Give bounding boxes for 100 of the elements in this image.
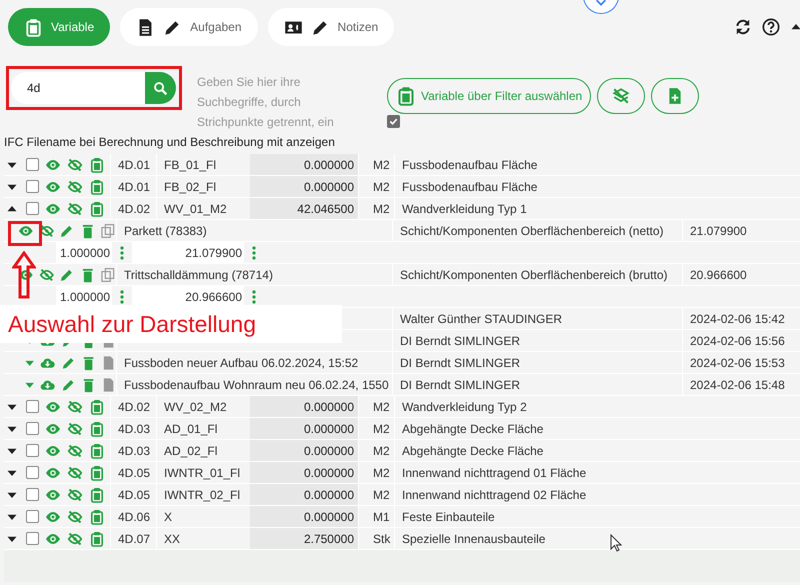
eye-slash-icon[interactable] xyxy=(67,530,83,546)
factor-cell: 1.000000 xyxy=(56,286,112,307)
eye-slash-icon[interactable] xyxy=(67,508,83,524)
date-text: 2024-02-06 15:56 xyxy=(690,334,785,348)
value-text: 20.966600 xyxy=(690,268,747,282)
unit-text: M2 xyxy=(373,444,390,458)
code-text: 4D.01 xyxy=(118,158,150,172)
checkbox[interactable] xyxy=(26,202,39,215)
eye-slash-icon[interactable] xyxy=(38,266,54,282)
code-text: 4D.03 xyxy=(118,422,150,436)
value-cell: 20.966600 xyxy=(132,286,244,307)
component-name: Parkett (78383) xyxy=(124,224,207,238)
search-icon[interactable] xyxy=(153,80,168,96)
option-label: IFC Filename bei Berechnung und Beschreibung mit anzeigen xyxy=(4,134,336,151)
code-text: 4D.02 xyxy=(118,400,150,414)
value-text: 21.079900 xyxy=(690,224,747,238)
value-cell: 0.000000 xyxy=(250,176,358,197)
checkbox[interactable] xyxy=(26,488,39,501)
variable-name: FB_01_Fl xyxy=(164,158,216,172)
layers-slash-icon[interactable] xyxy=(612,87,630,105)
value-cell: 0.000000 xyxy=(250,462,358,483)
unit-text: M2 xyxy=(373,466,390,480)
date-text: 2024-02-06 15:53 xyxy=(690,356,785,370)
unit-text: M2 xyxy=(373,422,390,436)
code-text: 4D.07 xyxy=(118,532,150,546)
date-text: 2024-02-06 15:42 xyxy=(690,312,785,326)
help-icon[interactable] xyxy=(762,18,780,36)
description-text: Wandverkleidung Typ 1 xyxy=(402,202,527,216)
unit-text: M2 xyxy=(373,400,390,414)
eye-slash-icon[interactable] xyxy=(67,442,83,458)
description-text: Innenwand nichttragend 01 Fläche xyxy=(402,466,586,480)
value-cell: 0.000000 xyxy=(250,506,358,527)
unit-text: M2 xyxy=(373,180,390,194)
clipboard-icon[interactable] xyxy=(396,86,416,106)
checkbox[interactable] xyxy=(26,158,39,171)
clipboard-icon[interactable] xyxy=(89,156,105,172)
tab[interactable]: Variable xyxy=(8,8,110,46)
eye-slash-icon[interactable] xyxy=(67,200,83,216)
clipboard-icon[interactable] xyxy=(89,508,105,524)
task-title: Fussbodenaufbau Wohnraum neu 06.02.24, 1550 xyxy=(124,378,389,392)
code-text: 4D.02 xyxy=(118,202,150,216)
description-text: Abgehängte Decke Fläche xyxy=(402,422,544,436)
refresh-icon[interactable] xyxy=(734,18,752,36)
clipboard-icon[interactable] xyxy=(89,530,105,546)
description-text: Feste Einbauteile xyxy=(402,510,495,524)
description-text: Innenwand nichttragend 02 Fläche xyxy=(402,488,586,502)
variable-name: AD_02_Fl xyxy=(164,444,218,458)
variable-name: WV_02_M2 xyxy=(164,400,227,414)
factor-cell: 1.000000 xyxy=(56,242,112,263)
filter-button[interactable]: Variable über Filter auswählen xyxy=(387,78,592,114)
clear-layers-button[interactable] xyxy=(597,78,646,114)
eye-slash-icon[interactable] xyxy=(67,420,83,436)
add-file-button[interactable] xyxy=(651,78,700,114)
checkbox[interactable] xyxy=(26,510,39,523)
eye-slash-icon[interactable] xyxy=(67,464,83,480)
variable-name: XX xyxy=(164,532,180,546)
author-name: DI Berndt SIMLINGER xyxy=(400,356,520,370)
clipboard-icon[interactable] xyxy=(24,18,43,36)
author-name: DI Berndt SIMLINGER xyxy=(400,334,520,348)
tab[interactable]: Notizen xyxy=(268,8,394,46)
search-button[interactable] xyxy=(145,72,176,104)
author-name: Walter Günther STAUDINGER xyxy=(400,312,562,326)
eye-slash-icon[interactable] xyxy=(67,398,83,414)
variable-name: WV_01_M2 xyxy=(164,202,227,216)
eye-slash-icon[interactable] xyxy=(67,486,83,502)
clipboard-icon[interactable] xyxy=(89,486,105,502)
author-name: DI Berndt SIMLINGER xyxy=(400,378,520,392)
clipboard-icon[interactable] xyxy=(89,178,105,194)
variable-name: IWNTR_01_Fl xyxy=(164,466,240,480)
description-text: Schicht/Komponenten Oberflächenbereich (netto) xyxy=(400,224,664,238)
checkbox[interactable] xyxy=(26,400,39,413)
eye-slash-icon[interactable] xyxy=(67,156,83,172)
clipboard-icon[interactable] xyxy=(89,398,105,414)
clipboard-icon[interactable] xyxy=(89,464,105,480)
checkbox[interactable] xyxy=(26,532,39,545)
annotation-arrow xyxy=(12,251,36,299)
checkbox[interactable] xyxy=(26,422,39,435)
unit-text: M1 xyxy=(373,510,390,524)
clipboard-icon[interactable] xyxy=(89,200,105,216)
checkbox[interactable] xyxy=(387,115,400,128)
annotation-label: Auswahl zur Darstellung xyxy=(8,310,256,338)
eye-slash-icon[interactable] xyxy=(67,178,83,194)
search-field[interactable]: 4d xyxy=(11,72,145,104)
value-cell: 0.000000 xyxy=(250,396,358,417)
clipboard-icon[interactable] xyxy=(89,442,105,458)
checkbox[interactable] xyxy=(26,444,39,457)
unit-text: Stk xyxy=(373,532,390,546)
code-text: 4D.05 xyxy=(118,488,150,502)
checkbox[interactable] xyxy=(26,466,39,479)
code-text: 4D.03 xyxy=(118,444,150,458)
highlight-frame xyxy=(8,221,42,246)
copy-icon[interactable] xyxy=(100,266,116,282)
unit-text: M2 xyxy=(373,158,390,172)
tab[interactable]: Aufgaben xyxy=(120,8,258,46)
variable-name: IWNTR_02_Fl xyxy=(164,488,240,502)
checkbox[interactable] xyxy=(26,180,39,193)
copy-icon[interactable] xyxy=(100,222,116,238)
description-text: Schicht/Komponenten Oberflächenbereich (brutto) xyxy=(400,268,668,282)
description-text: Fussbodenaufbau Fläche xyxy=(402,180,538,194)
clipboard-icon[interactable] xyxy=(89,420,105,436)
